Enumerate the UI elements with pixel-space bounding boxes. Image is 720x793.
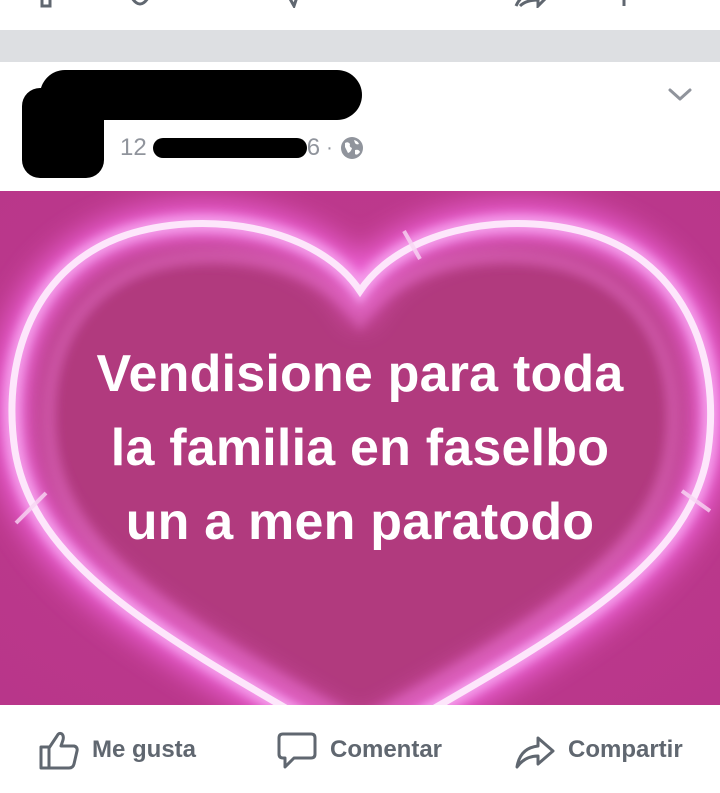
comment-icon[interactable] (280, 0, 310, 8)
post-image-text-line: un a men paratodo (125, 493, 595, 551)
like-icon[interactable] (40, 0, 80, 8)
previous-post-actions (0, 0, 720, 30)
comment-icon (277, 732, 317, 769)
like-label: Me gusta (92, 736, 197, 763)
comment-label: Comentar (330, 736, 443, 763)
post-image-text-line: la familia en faselbo (110, 419, 610, 477)
redacted-date (152, 138, 307, 158)
redacted-avatar-edge (60, 100, 104, 178)
post-time-start: 12 (120, 134, 147, 161)
like-button[interactable]: Me gusta (38, 727, 196, 773)
post-meta: 12 6 · (120, 132, 365, 164)
share-icon[interactable] (512, 0, 552, 8)
share-arrow-icon (515, 736, 555, 769)
share-button[interactable]: Compartir (514, 727, 683, 773)
share-label-fragment-icon (622, 0, 626, 6)
post-time-end: 6 (306, 134, 321, 161)
post-image-text-line: Vendisione para toda (96, 345, 624, 403)
post-actions: Me gusta Comentar Compartir (0, 705, 720, 793)
comment-button[interactable]: Comentar (276, 727, 442, 773)
globe-icon (340, 137, 363, 159)
feed-separator (0, 30, 720, 62)
share-label: Compartir (568, 736, 683, 763)
chevron-down-icon[interactable] (666, 82, 694, 106)
thumbs-up-icon (39, 731, 79, 770)
like-label-fragment-icon (131, 0, 149, 6)
post-image-text: Vendisione para toda la familia en fasel… (0, 337, 720, 559)
meta-separator: · (326, 137, 333, 159)
